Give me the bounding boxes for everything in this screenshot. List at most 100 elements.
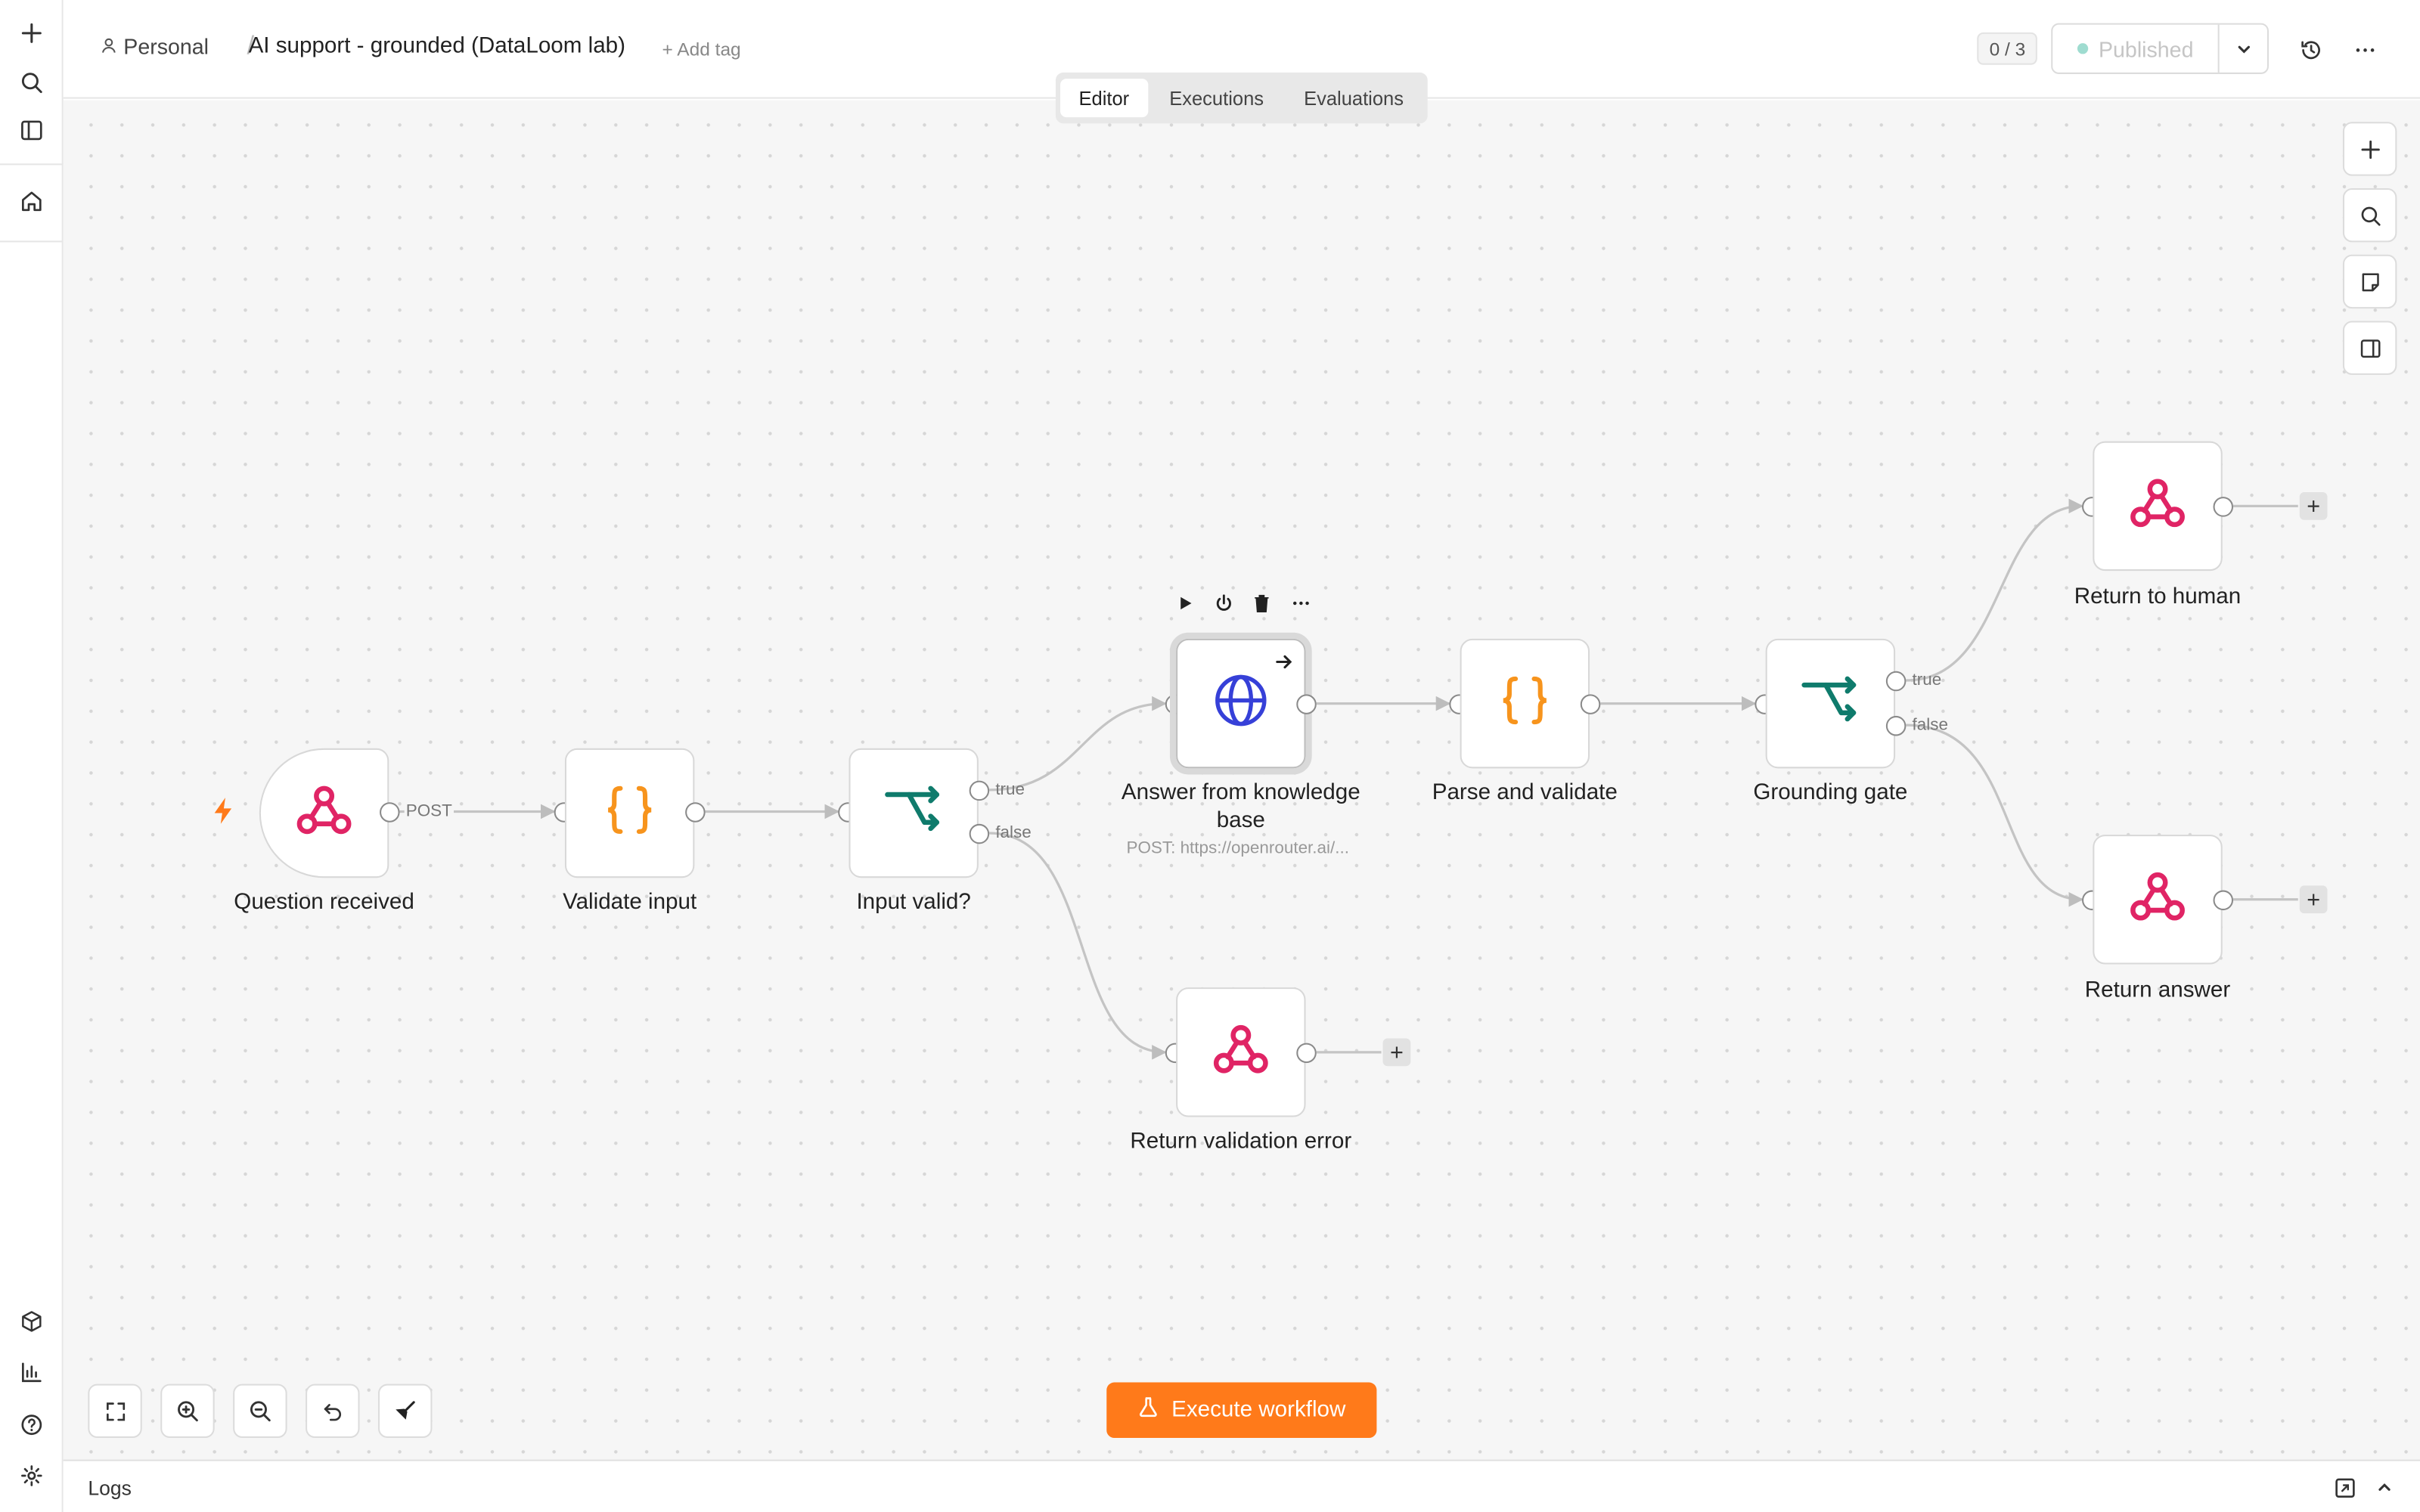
output-handle[interactable] xyxy=(2213,497,2234,517)
output-handle[interactable] xyxy=(1296,694,1317,714)
node-label: Return validation error xyxy=(1130,1129,1352,1154)
node-label: Return to human xyxy=(2074,584,2242,610)
add-node-button[interactable] xyxy=(2342,122,2397,176)
evaluation-counter: 0 / 3 xyxy=(1977,32,2038,65)
node-return-answer[interactable] xyxy=(2093,835,2223,965)
undo-button[interactable] xyxy=(306,1383,360,1439)
node-return-to-human[interactable] xyxy=(2093,441,2223,572)
more-options-icon[interactable] xyxy=(2346,31,2383,68)
more-options-icon[interactable] xyxy=(1289,591,1312,615)
zoom-out-button[interactable] xyxy=(233,1383,287,1439)
node-label: Answer from knowledge base xyxy=(1121,780,1360,834)
output-handle-true[interactable] xyxy=(1885,671,1907,692)
left-rail xyxy=(0,0,64,1512)
trigger-bolt-icon xyxy=(213,798,235,832)
sidebar-toggle-icon[interactable] xyxy=(12,111,49,148)
pop-out-icon[interactable] xyxy=(2332,1475,2357,1500)
node-grounding-gate[interactable] xyxy=(1765,638,1896,769)
chevron-up-icon[interactable] xyxy=(2372,1475,2397,1500)
execute-workflow-label: Execute workflow xyxy=(1171,1397,1346,1423)
globe-icon xyxy=(1212,671,1270,737)
connection-false-to-answer xyxy=(1906,723,2083,907)
add-node-plus-button[interactable]: + xyxy=(2299,885,2328,914)
rail-divider xyxy=(0,240,64,243)
node-label: Return answer xyxy=(2084,978,2231,1003)
workflow-canvas[interactable]: POST Question received Validate input tr… xyxy=(63,100,2420,1460)
output-handle[interactable] xyxy=(2213,890,2234,911)
output-label-true: true xyxy=(1912,671,1942,690)
node-label: Grounding gate xyxy=(1753,780,1908,806)
node-question-received[interactable] xyxy=(259,748,389,878)
add-tag-button[interactable]: + Add tag xyxy=(662,39,741,60)
tidy-up-broom-button[interactable] xyxy=(377,1383,433,1439)
node-validate-input[interactable] xyxy=(564,748,695,878)
node-return-validation-error[interactable] xyxy=(1176,987,1306,1117)
tab-executions[interactable]: Executions xyxy=(1151,79,1283,117)
arrow-right-icon xyxy=(1275,651,1293,679)
breadcrumb-owner[interactable]: Personal xyxy=(101,34,209,59)
output-handle[interactable] xyxy=(1296,1043,1317,1064)
tab-editor[interactable]: Editor xyxy=(1060,79,1148,118)
published-button[interactable]: Published xyxy=(2052,24,2220,73)
published-label: Published xyxy=(2098,36,2194,61)
webhook-icon xyxy=(293,779,355,848)
settings-gear-icon[interactable] xyxy=(12,1457,49,1494)
fit-view-button[interactable] xyxy=(88,1383,142,1439)
node-answer-knowledge-base[interactable] xyxy=(1169,632,1312,775)
output-label-false: false xyxy=(995,823,1032,843)
power-icon[interactable] xyxy=(1212,591,1235,615)
plus-icon[interactable] xyxy=(12,14,49,51)
add-node-plus-button[interactable]: + xyxy=(1382,1038,1411,1067)
view-tabs: Editor Executions Evaluations xyxy=(1055,72,1428,124)
connection-true-to-answer xyxy=(989,696,1167,792)
output-handle[interactable] xyxy=(380,802,400,823)
zoom-in-button[interactable] xyxy=(160,1383,215,1439)
history-icon[interactable] xyxy=(2292,31,2329,68)
panel-toggle-button[interactable] xyxy=(2342,321,2397,375)
search-nodes-button[interactable] xyxy=(2342,187,2397,243)
add-node-plus-button[interactable]: + xyxy=(2299,492,2328,520)
logs-panel-bar[interactable]: Logs xyxy=(63,1459,2420,1512)
webhook-icon xyxy=(2127,865,2189,934)
output-label-post: POST xyxy=(404,802,454,821)
user-icon xyxy=(101,34,117,59)
output-handle-true[interactable] xyxy=(969,780,990,801)
help-icon[interactable] xyxy=(12,1405,49,1442)
output-handle[interactable] xyxy=(685,802,706,823)
owner-label: Personal xyxy=(123,33,209,59)
status-dot-icon xyxy=(2077,43,2088,54)
branch-icon xyxy=(1800,669,1862,739)
tab-evaluations[interactable]: Evaluations xyxy=(1286,79,1423,117)
code-braces-icon xyxy=(1494,669,1556,739)
node-subtitle: POST: https://openrouter.ai/... xyxy=(1126,839,1349,858)
execute-workflow-button[interactable]: Execute workflow xyxy=(1106,1382,1377,1439)
publish-control: Published xyxy=(2051,23,2269,74)
code-braces-icon xyxy=(599,779,661,848)
workflow-title[interactable]: AI support - grounded (DataLoom lab) xyxy=(249,34,625,59)
play-icon[interactable] xyxy=(1173,591,1196,615)
output-handle-false[interactable] xyxy=(969,823,990,844)
rail-divider xyxy=(0,163,64,166)
node-parse-validate[interactable] xyxy=(1460,638,1590,769)
branch-icon xyxy=(883,779,945,848)
node-label: Validate input xyxy=(563,890,697,916)
chevron-down-icon[interactable] xyxy=(2220,25,2267,73)
insights-chart-icon[interactable] xyxy=(12,1353,49,1390)
connection-false-to-error xyxy=(989,832,1167,1060)
output-handle[interactable] xyxy=(1580,694,1601,714)
webhook-icon xyxy=(2127,471,2189,541)
node-label: Parse and validate xyxy=(1432,780,1618,806)
flask-icon xyxy=(1137,1396,1159,1424)
templates-icon[interactable] xyxy=(12,1302,49,1339)
search-icon[interactable] xyxy=(12,64,49,101)
output-label-true: true xyxy=(995,780,1025,800)
node-toolbar xyxy=(1173,591,1312,615)
output-handle-false[interactable] xyxy=(1885,715,1907,736)
node-label: Question received xyxy=(234,890,414,916)
logs-label: Logs xyxy=(88,1476,132,1500)
node-input-valid[interactable] xyxy=(849,748,979,878)
trash-icon[interactable] xyxy=(1250,591,1274,615)
home-icon[interactable] xyxy=(12,182,49,219)
sticky-note-button[interactable] xyxy=(2342,254,2397,309)
webhook-icon xyxy=(1210,1018,1272,1087)
